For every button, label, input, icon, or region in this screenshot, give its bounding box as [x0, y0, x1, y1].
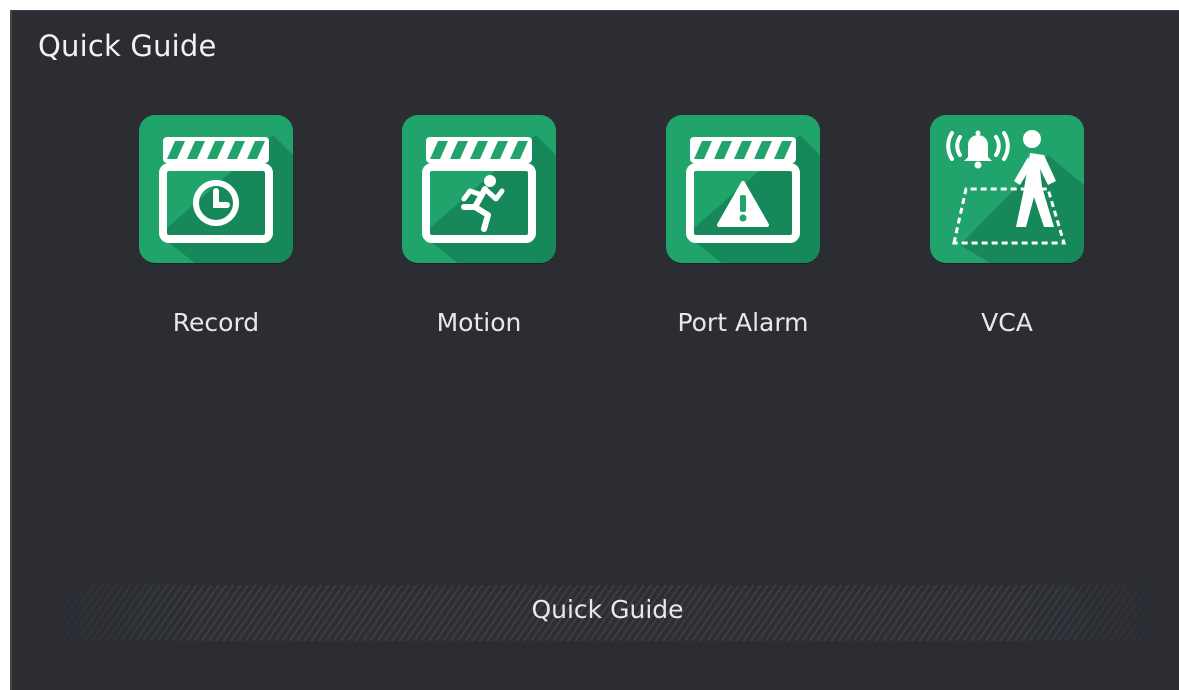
port-alarm-label: Port Alarm [677, 308, 809, 337]
window-title: Quick Guide [38, 29, 217, 63]
port-alarm-tile[interactable]: Port Alarm [643, 115, 843, 345]
clapperboard-clock-icon[interactable] [139, 115, 293, 263]
vca-label: VCA [981, 308, 1033, 337]
record-tile[interactable]: Record [116, 115, 316, 345]
vca-tile[interactable]: VCA [907, 115, 1107, 345]
clapperboard-warning-icon[interactable] [666, 115, 820, 263]
record-label: Record [172, 308, 260, 337]
motion-label: Motion [436, 308, 522, 337]
footer-title: Quick Guide [531, 595, 684, 624]
clapperboard-running-person-icon[interactable] [402, 115, 556, 263]
motion-tile[interactable]: Motion [379, 115, 579, 345]
quick-guide-window: Quick Guide Record Motion Port Alarm VCA… [10, 10, 1179, 690]
alarm-bell-walking-person-icon[interactable] [930, 115, 1084, 263]
